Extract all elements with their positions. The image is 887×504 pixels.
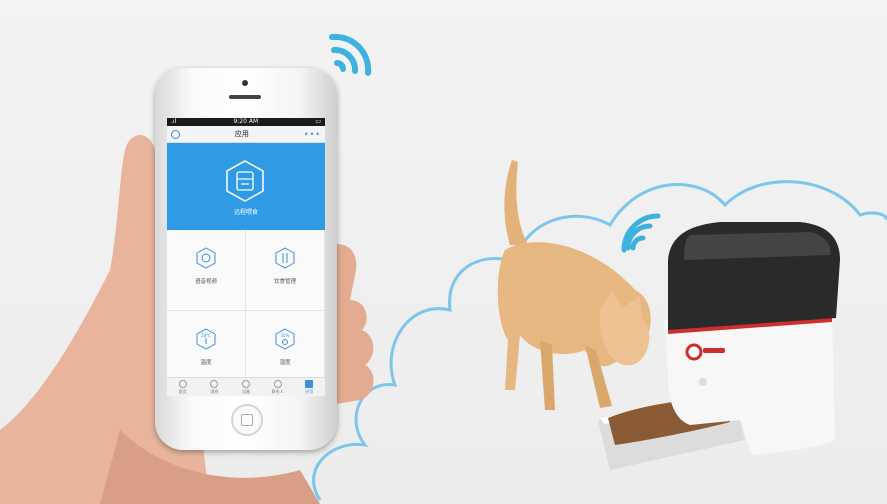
feature-grid: 语音视频 饮食管理 28°C 温度 35% 湿度 <box>167 230 325 392</box>
tab-contacts[interactable]: 联系人 <box>262 378 294 396</box>
thermometer-icon: 28°C <box>196 328 216 350</box>
earpiece-speaker <box>229 95 261 99</box>
wifi-signal-icon <box>329 33 372 76</box>
home-icon <box>178 380 187 388</box>
feeder-icon <box>226 160 264 202</box>
camera-icon <box>196 247 216 269</box>
tab-label: 设备 <box>241 389 250 394</box>
message-icon <box>210 380 219 388</box>
front-camera <box>242 80 248 86</box>
contacts-icon <box>273 380 282 388</box>
status-bar: .ıl 9:20 AM ▭ <box>167 118 325 126</box>
app-screen: .ıl 9:20 AM ▭ 应用 ••• 远程喂食 语音视频 饮食管理 28°C… <box>167 118 325 396</box>
remote-feed-button[interactable]: 远程喂食 <box>167 143 325 230</box>
product-scene: .ıl 9:20 AM ▭ 应用 ••• 远程喂食 语音视频 饮食管理 28°C… <box>0 0 887 504</box>
background-illustration <box>0 33 887 504</box>
tile-label: 湿度 <box>279 360 291 366</box>
tab-messages[interactable]: 消息 <box>199 378 231 396</box>
profile-icon[interactable] <box>171 129 180 139</box>
device-icon <box>241 380 250 388</box>
humidity-value: 35% <box>281 333 290 338</box>
tab-label: 应用 <box>305 389 314 394</box>
tab-apps[interactable]: 应用 <box>293 378 325 396</box>
tab-devices[interactable]: 设备 <box>230 378 262 396</box>
tile-video[interactable]: 语音视频 <box>167 230 246 311</box>
tab-label: 首页 <box>178 389 187 394</box>
tile-diet[interactable]: 饮食管理 <box>246 230 325 311</box>
food-icon <box>275 247 295 269</box>
tab-home[interactable]: 首页 <box>167 378 199 396</box>
nav-bar: 应用 ••• <box>167 126 325 143</box>
more-menu-icon[interactable]: ••• <box>304 130 321 139</box>
page-title: 应用 <box>234 130 249 138</box>
signal-icon: .ıl <box>171 118 177 125</box>
wifi-signal-icon <box>621 213 661 253</box>
tab-label: 联系人 <box>271 389 284 394</box>
tile-label: 饮食管理 <box>273 279 296 285</box>
tile-label: 温度 <box>200 360 212 366</box>
temperature-value: 28°C <box>201 333 211 338</box>
cat <box>497 160 651 410</box>
status-time: 9:20 AM <box>233 118 259 125</box>
battery-icon: ▭ <box>315 118 321 125</box>
pet-feeder <box>665 222 840 455</box>
humidity-icon: 35% <box>275 328 295 350</box>
remote-feed-label: 远程喂食 <box>233 209 258 216</box>
smartphone: .ıl 9:20 AM ▭ 应用 ••• 远程喂食 语音视频 饮食管理 28°C… <box>155 68 337 450</box>
apps-grid-icon <box>305 380 314 388</box>
tab-label: 消息 <box>210 389 219 394</box>
tab-bar: 首页 消息 设备 联系人 应用 <box>167 377 325 396</box>
home-button[interactable] <box>231 404 263 436</box>
tile-label: 语音视频 <box>194 279 217 285</box>
